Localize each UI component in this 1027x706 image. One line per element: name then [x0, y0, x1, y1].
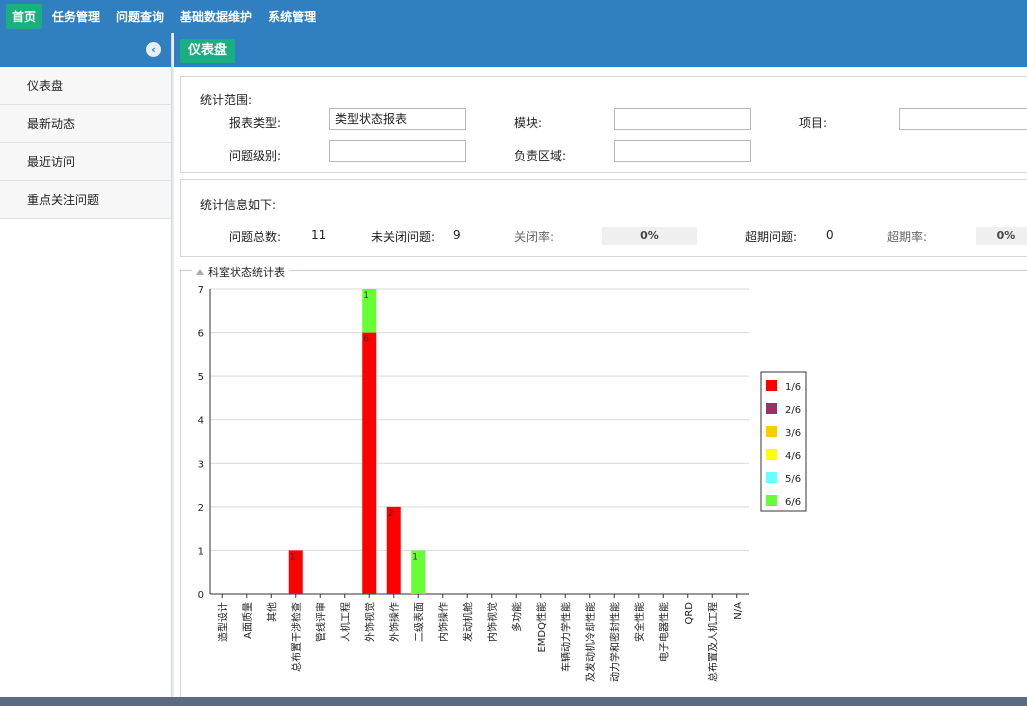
nav-task-management[interactable]: 任务管理	[46, 4, 106, 29]
report-type-label: 报表类型:	[229, 116, 282, 130]
collapse-triangle-icon	[196, 269, 204, 275]
area-label: 负责区域:	[514, 149, 567, 163]
chevron-left-icon[interactable]: ‹	[146, 42, 161, 57]
sidebar-header: ‹	[0, 33, 171, 67]
close-rate-value: 0%	[602, 227, 697, 245]
close-rate-label: 关闭率:	[514, 230, 555, 244]
project-label: 项目:	[799, 116, 828, 130]
open-issues-value: 9	[453, 228, 461, 242]
sidebar: ‹ 仪表盘 最新动态 最近访问 重点关注问题	[0, 33, 172, 706]
main-header: 仪表盘	[174, 33, 1027, 67]
overdue-rate-value: 0%	[976, 227, 1027, 245]
nav-base-data[interactable]: 基础数据维护	[174, 4, 258, 29]
filter-panel: 统计范围: 报表类型: 类型状态报表 模块: 项目: 问题级别: 负责区域:	[180, 76, 1027, 173]
sidebar-item-recent-visits[interactable]: 最近访问	[0, 143, 171, 181]
chart-title-text: 科室状态统计表	[208, 266, 285, 279]
area-field[interactable]	[614, 140, 751, 162]
filter-section-title: 统计范围:	[200, 93, 253, 107]
report-type-field[interactable]: 类型状态报表	[329, 108, 466, 130]
nav-system-management[interactable]: 系统管理	[262, 4, 322, 29]
sidebar-item-latest-news[interactable]: 最新动态	[0, 105, 171, 143]
sidebar-item-dashboard[interactable]: 仪表盘	[0, 67, 171, 105]
module-label: 模块:	[514, 116, 543, 130]
top-nav: 首页 任务管理 问题查询 基础数据维护 系统管理	[0, 0, 1027, 33]
stats-section-title: 统计信息如下:	[200, 198, 277, 212]
chart-frame	[180, 270, 1027, 700]
module-field[interactable]	[614, 108, 751, 130]
chart-title[interactable]: 科室状态统计表	[192, 264, 289, 280]
project-field[interactable]	[899, 108, 1027, 130]
overdue-issues-label: 超期问题:	[745, 230, 798, 244]
sidebar-item-key-issues[interactable]: 重点关注问题	[0, 181, 171, 219]
total-issues-label: 问题总数:	[229, 230, 282, 244]
open-issues-label: 未关闭问题:	[371, 230, 436, 244]
overdue-issues-value: 0	[826, 228, 834, 242]
issue-level-label: 问题级别:	[229, 149, 282, 163]
taskbar	[0, 697, 1027, 706]
issue-level-field[interactable]	[329, 140, 466, 162]
nav-issue-query[interactable]: 问题查询	[110, 4, 170, 29]
stats-panel: 统计信息如下: 问题总数: 11 未关闭问题: 9 关闭率: 0% 超期问题: …	[180, 179, 1027, 257]
tab-dashboard[interactable]: 仪表盘	[180, 39, 236, 63]
total-issues-value: 11	[311, 228, 327, 242]
overdue-rate-label: 超期率:	[887, 230, 928, 244]
nav-home[interactable]: 首页	[6, 4, 43, 29]
